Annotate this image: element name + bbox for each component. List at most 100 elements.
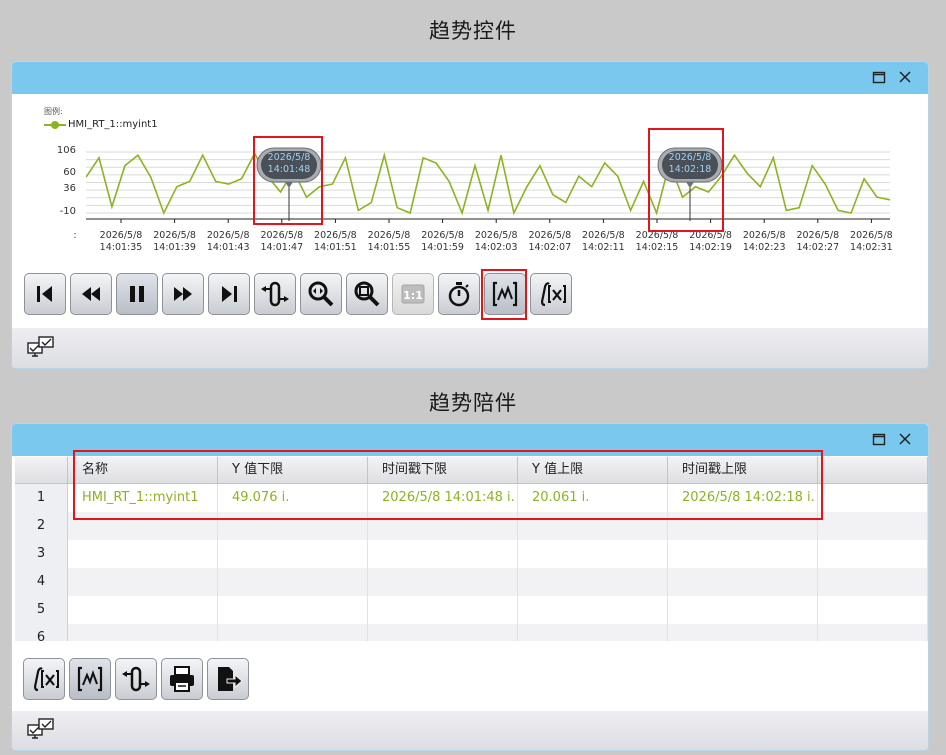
statistics-button[interactable] [23, 658, 65, 700]
row-number[interactable]: 5 [15, 596, 68, 624]
y-tick-label: -10 [59, 206, 76, 217]
trend-chart[interactable] [86, 140, 890, 230]
table-cell[interactable] [218, 624, 368, 641]
companion-table[interactable]: 名称 Y 值下限 时间戳下限 Y 值上限 时间戳上限 1 HMI_RT_1::my… [15, 457, 928, 641]
row-number[interactable]: 2 [15, 512, 68, 540]
table-cell[interactable]: 2026/5/8 14:01:48 i. [368, 484, 518, 512]
x-tick-label: 2026/5/8 14:01:35 [93, 230, 149, 254]
trend-control-title: 趋势控件 [429, 19, 517, 43]
row-number[interactable]: 4 [15, 568, 68, 596]
zoom-in-button[interactable] [300, 273, 342, 315]
cursor-1[interactable]: 2026/5/8 14:01:48 [256, 146, 322, 222]
table-cell[interactable] [218, 512, 368, 540]
table-cell[interactable] [818, 596, 928, 624]
table-cell[interactable] [368, 540, 518, 568]
x-tick-date: 2026/5/8 [99, 230, 143, 241]
pause-button[interactable] [116, 273, 158, 315]
table-cell[interactable] [668, 624, 818, 641]
runtime-status-icon[interactable] [26, 716, 58, 744]
stopwatch-button[interactable] [438, 273, 480, 315]
y-tick-label: 60 [63, 167, 76, 178]
x-tick-label: 2026/5/8 14:01:39 [147, 230, 203, 254]
trend-area-button[interactable] [69, 658, 111, 700]
zoom-out-button[interactable] [346, 273, 388, 315]
x-tick-label: 2026/5/8 14:02:31 [843, 230, 899, 254]
x-tick-time: 14:01:47 [260, 242, 304, 253]
x-tick-time: 14:01:51 [314, 242, 357, 253]
x-tick-date: 2026/5/8 [689, 230, 732, 241]
last-button[interactable] [208, 273, 250, 315]
table-cell[interactable] [518, 568, 668, 596]
table-cell[interactable] [68, 540, 218, 568]
table-cell[interactable] [368, 624, 518, 641]
ruler-button[interactable] [254, 273, 296, 315]
row-number[interactable]: 1 [15, 484, 68, 512]
print-button[interactable] [161, 658, 203, 700]
table-cell[interactable] [818, 540, 928, 568]
table-cell[interactable]: HMI_RT_1::myint1 [68, 484, 218, 512]
cursor-2[interactable]: 2026/5/8 14:02:18 [657, 146, 723, 222]
table-cell[interactable] [218, 596, 368, 624]
table-cell[interactable] [368, 596, 518, 624]
cursor-time: 14:02:18 [668, 164, 712, 175]
table-cell[interactable] [518, 512, 668, 540]
table-cell[interactable] [668, 568, 818, 596]
column-header-y-upper[interactable]: Y 值上限 [518, 457, 668, 484]
x-tick-date: 2026/5/8 [206, 230, 250, 241]
table-cell[interactable] [668, 512, 818, 540]
table-cell[interactable] [818, 512, 928, 540]
y-tick-label: 36 [63, 183, 76, 194]
trend-companion-title: 趋势陪伴 [429, 391, 517, 415]
ruler-button[interactable] [115, 658, 157, 700]
column-header-name[interactable]: 名称 [68, 457, 218, 484]
table-cell[interactable] [818, 484, 928, 512]
row-number[interactable]: 6 [15, 624, 68, 641]
table-cell[interactable] [218, 568, 368, 596]
x-tick-date: 2026/5/8 [796, 230, 840, 241]
column-header-time-upper[interactable]: 时间戳上限 [668, 457, 818, 484]
rewind-button[interactable] [70, 273, 112, 315]
table-cell[interactable] [68, 568, 218, 596]
export-button[interactable] [207, 658, 249, 700]
table-cell[interactable] [68, 624, 218, 641]
table-cell[interactable] [518, 624, 668, 641]
legend-series-label: HMI_RT_1::myint1 [68, 119, 158, 130]
x-tick-time: 14:02:03 [474, 242, 518, 253]
maximize-icon[interactable] [872, 432, 886, 446]
table-cell[interactable] [518, 540, 668, 568]
table-cell[interactable] [368, 568, 518, 596]
x-tick-date: 2026/5/8 [528, 230, 572, 241]
x-tick-date: 2026/5/8 [421, 230, 464, 241]
table-cell[interactable] [668, 596, 818, 624]
x-tick-label: 2026/5/8 14:02:23 [736, 230, 792, 254]
trend-area-button[interactable] [484, 273, 526, 315]
close-icon[interactable] [898, 70, 912, 84]
table-cell[interactable] [68, 596, 218, 624]
forward-icon [174, 287, 192, 301]
table-cell[interactable] [668, 540, 818, 568]
ruler-icon [261, 281, 289, 307]
table-cell[interactable] [818, 624, 928, 641]
row-number[interactable]: 3 [15, 540, 68, 568]
column-header-empty [818, 457, 928, 484]
table-cell[interactable]: 20.061 i. [518, 484, 668, 512]
forward-button[interactable] [162, 273, 204, 315]
close-icon[interactable] [898, 432, 912, 446]
maximize-icon[interactable] [872, 70, 886, 84]
table-cell[interactable] [68, 512, 218, 540]
table-cell[interactable] [818, 568, 928, 596]
column-header-y-lower[interactable]: Y 值下限 [218, 457, 368, 484]
table-cell[interactable] [518, 596, 668, 624]
column-header-time-lower[interactable]: 时间戳下限 [368, 457, 518, 484]
table-cell[interactable]: 2026/5/8 14:02:18 i. [668, 484, 818, 512]
statistics-button[interactable] [530, 273, 572, 315]
x-tick-time: 14:02:15 [635, 242, 679, 253]
runtime-status-icon[interactable] [26, 334, 58, 362]
table-cell[interactable] [218, 540, 368, 568]
original-size-button[interactable]: 1:1 [392, 273, 434, 315]
statistics-icon [541, 282, 566, 307]
first-button[interactable] [24, 273, 66, 315]
table-cell[interactable]: 49.076 i. [218, 484, 368, 512]
cursor-date: 2026/5/8 [668, 152, 712, 163]
table-cell[interactable] [368, 512, 518, 540]
